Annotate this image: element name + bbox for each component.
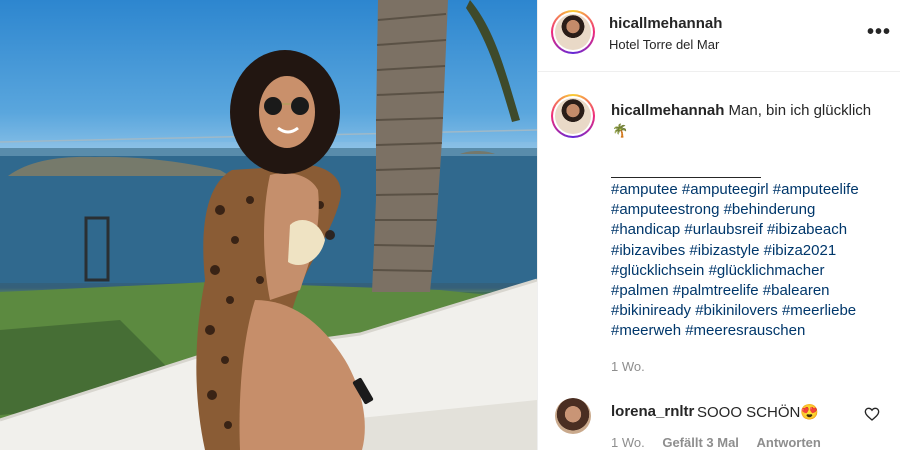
hashtag-link[interactable]: #meerliebe <box>782 302 856 319</box>
palm-frond <box>466 0 520 122</box>
hashtag-line: #bikiniready #bikinilovers #meerliebe <box>611 301 896 321</box>
hashtag-link[interactable]: #amputeegirl <box>682 181 769 198</box>
hashtag-link[interactable]: #amputeelife <box>773 181 859 198</box>
hashtag-link[interactable]: #amputeestrong <box>611 201 719 218</box>
caption: hicallmehannah Man, bin ich glücklich <box>611 101 891 121</box>
heart-outline-icon[interactable] <box>864 406 880 422</box>
hashtag-link[interactable]: #amputee <box>611 181 678 198</box>
hashtag-line: #amputeestrong #behinderung <box>611 200 896 220</box>
comment-age[interactable]: 1 Wo. <box>611 435 645 450</box>
hashtag-link[interactable]: #ibizavibes <box>611 242 685 259</box>
caption-author-avatar[interactable] <box>551 94 595 138</box>
hashtag-line: #handicap #urlaubsreif #ibizabeach <box>611 220 896 240</box>
palm-tree-emoji: 🌴 <box>612 123 629 138</box>
caption-text: Man, bin ich glücklich <box>728 102 872 119</box>
caption-separator <box>611 177 761 178</box>
post-header: hicallmehannah Hotel Torre del Mar ••• <box>538 0 900 72</box>
caption-username[interactable]: hicallmehannah <box>611 102 724 119</box>
hashtag-link[interactable]: #palmen <box>611 282 669 299</box>
hashtag-link[interactable]: #meerweh <box>611 322 681 339</box>
hashtag-line: #palmen #palmtreelife #balearen <box>611 281 896 301</box>
comment-likes[interactable]: Gefällt 3 Mal <box>662 435 739 450</box>
hashtag-list: #amputee #amputeegirl #amputeelife #amput… <box>611 180 896 342</box>
hashtag-link[interactable]: #bikinilovers <box>695 302 778 319</box>
hashtag-link[interactable]: #balearen <box>763 282 830 299</box>
hashtag-link[interactable]: #ibizastyle <box>689 242 759 259</box>
sunglasses <box>264 97 282 115</box>
author-avatar[interactable] <box>551 10 595 54</box>
hashtag-link[interactable]: #behinderung <box>724 201 816 218</box>
commenter-username[interactable]: lorena_rnltr <box>611 403 694 420</box>
hashtag-link[interactable]: #bikiniready <box>611 302 691 319</box>
hashtag-link[interactable]: #palmtreelife <box>673 282 759 299</box>
hashtag-link[interactable]: #urlaubsreif <box>684 221 762 238</box>
hashtag-link[interactable]: #handicap <box>611 221 680 238</box>
caption-area: hicallmehannah Man, bin ich glücklich 🌴 … <box>538 73 900 450</box>
hashtag-link[interactable]: #ibiza2021 <box>764 242 837 259</box>
reply-button[interactable]: Antworten <box>757 435 821 450</box>
hashtag-link[interactable]: #glücklichsein <box>611 262 704 279</box>
comment-meta: 1 Wo. Gefällt 3 Mal Antworten <box>611 435 835 450</box>
commenter-avatar[interactable] <box>555 398 591 434</box>
comment-text: SOOO SCHÖN😍 <box>697 404 820 421</box>
hashtag-line: #meerweh #meeresrauschen <box>611 321 896 341</box>
author-username[interactable]: hicallmehannah <box>609 15 722 32</box>
more-horizontal-icon[interactable]: ••• <box>867 22 891 42</box>
post-location[interactable]: Hotel Torre del Mar <box>609 37 719 52</box>
hashtag-link[interactable]: #meeresrauschen <box>685 322 805 339</box>
hashtag-line: #glücklichsein #glücklichmacher <box>611 261 896 281</box>
post-photo[interactable] <box>0 0 537 450</box>
post-details-panel: hicallmehannah Hotel Torre del Mar ••• h… <box>538 0 900 450</box>
post-age[interactable]: 1 Wo. <box>611 359 645 374</box>
hashtag-link[interactable]: #glücklichmacher <box>709 262 825 279</box>
hashtag-line: #ibizavibes #ibizastyle #ibiza2021 <box>611 241 896 261</box>
photo-scene <box>0 0 537 450</box>
hashtag-link[interactable]: #ibizabeach <box>767 221 847 238</box>
hashtag-line: #amputee #amputeegirl #amputeelife <box>611 180 896 200</box>
